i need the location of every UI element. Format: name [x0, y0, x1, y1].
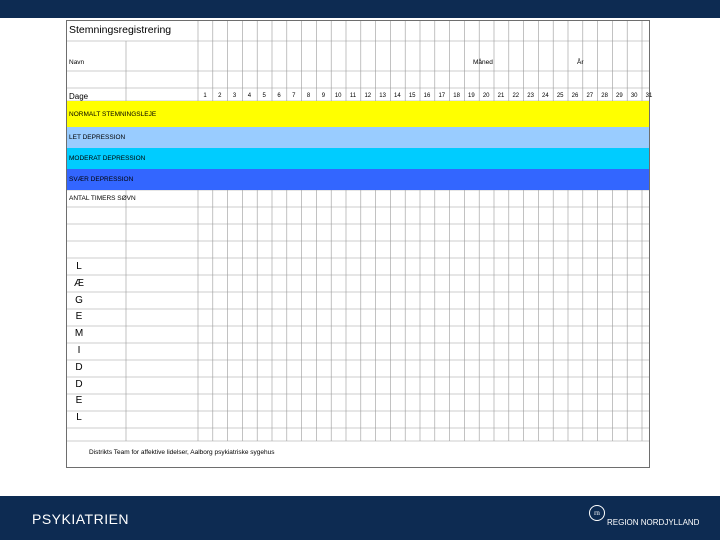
- band-normal-mood: NORMALT STEMNINGSLEJE: [67, 101, 649, 127]
- day-number: 6: [277, 93, 281, 99]
- vertical-letter: I: [77, 345, 81, 356]
- day-number: 12: [364, 93, 372, 99]
- day-number: 1: [203, 93, 207, 99]
- day-number: 30: [630, 93, 638, 99]
- top-bar: [0, 0, 720, 18]
- day-number: 3: [232, 93, 237, 99]
- day-number: 13: [379, 93, 386, 99]
- vertical-letter: E: [75, 395, 83, 407]
- day-number: 7: [292, 93, 296, 99]
- day-number: 23: [527, 93, 534, 99]
- day-number: 22: [512, 93, 520, 99]
- day-number: 28: [601, 93, 608, 99]
- day-number: 19: [468, 93, 475, 99]
- day-number: 4: [247, 93, 252, 99]
- mood-registration-sheet: Stemningsregistrering Navn Måned År Dage…: [66, 20, 652, 468]
- day-number: 15: [408, 93, 416, 99]
- band-label-severe: SVÆR DEPRESSION: [69, 176, 134, 183]
- vertical-letter: G: [75, 294, 83, 306]
- day-number: 31: [645, 93, 653, 99]
- year-label: År: [577, 59, 584, 66]
- region-logo-icon: rn: [589, 505, 605, 521]
- vertical-letter: D: [75, 361, 83, 373]
- psykiatrien-logo-text: PSYKIATRIEN: [32, 511, 130, 527]
- region-nordjylland-text: REGION NORDJYLLAND: [607, 518, 700, 527]
- day-number: 8: [306, 93, 311, 99]
- vertical-letter: M: [74, 328, 84, 340]
- days-label: Dage: [69, 92, 89, 101]
- band-label-mild: LET DEPRESSION: [69, 134, 126, 141]
- day-number: 17: [438, 93, 446, 99]
- day-number: 20: [482, 93, 490, 99]
- band-severe-depression: SVÆR DEPRESSION: [67, 169, 649, 190]
- sleep-hours-label: ANTAL TIMERS SØVN: [69, 195, 136, 202]
- day-number: 25: [556, 93, 564, 99]
- vertical-letter: D: [75, 378, 83, 390]
- day-number: 21: [497, 93, 505, 99]
- day-number: 14: [394, 93, 401, 99]
- day-number: 27: [586, 93, 594, 99]
- name-label: Navn: [69, 59, 85, 66]
- vertical-letter: L: [76, 261, 82, 272]
- day-number: 10: [334, 93, 342, 99]
- grid-lines: [67, 21, 649, 442]
- day-number: 24: [542, 93, 549, 99]
- day-number: 26: [571, 93, 579, 99]
- band-moderate-depression: MODERAT DEPRESSION: [67, 148, 649, 169]
- band-label-moderate: MODERAT DEPRESSION: [69, 155, 146, 162]
- vertical-letter: Æ: [74, 277, 84, 289]
- band-label-normal: NORMALT STEMNINGSLEJE: [69, 111, 157, 118]
- day-number: 2: [218, 93, 222, 99]
- month-label: Måned: [473, 59, 493, 66]
- vertical-letter: L: [76, 412, 82, 424]
- day-number: 9: [321, 93, 326, 99]
- band-mild-depression: LET DEPRESSION: [67, 127, 649, 148]
- day-number: 16: [423, 93, 431, 99]
- day-number: 18: [453, 93, 460, 99]
- footer-note: Distrikts Team for affektive lidelser, A…: [89, 449, 275, 456]
- day-number: 11: [349, 93, 357, 99]
- vertical-letter: E: [75, 311, 83, 323]
- form-title: Stemningsregistrering: [69, 24, 172, 36]
- day-number: 5: [262, 93, 266, 99]
- day-number: 29: [616, 93, 623, 99]
